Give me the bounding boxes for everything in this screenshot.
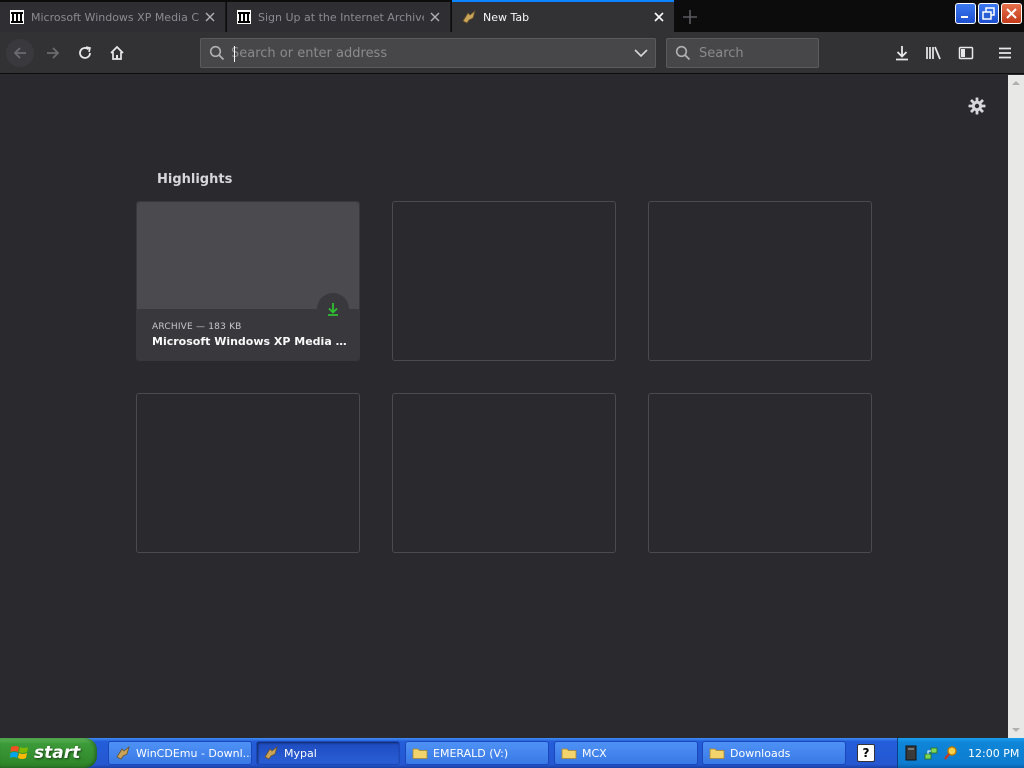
- download-badge: [317, 293, 349, 325]
- empty-highlight-slot: [648, 201, 872, 361]
- arrow-right-icon: [47, 47, 60, 59]
- hamburger-menu-icon: [999, 47, 1011, 59]
- tab-title: Sign Up at the Internet Archive: [258, 10, 424, 24]
- download-icon: [328, 303, 338, 316]
- start-label: start: [34, 743, 81, 763]
- mypal-icon: [462, 9, 476, 24]
- card-title: Microsoft Windows XP Media C...: [152, 335, 352, 348]
- tab-strip: Microsoft Windows XP Media Cent Sign Up …: [0, 0, 1024, 32]
- empty-highlight-slot: [648, 393, 872, 553]
- highlight-card[interactable]: ARCHIVE — 183 KB Microsoft Windows XP Me…: [136, 201, 360, 361]
- search-icon: [675, 45, 691, 61]
- taskbar-button-label: MCX: [582, 746, 607, 760]
- start-button[interactable]: start: [0, 738, 97, 768]
- close-icon[interactable]: [652, 10, 666, 24]
- card-meta: ARCHIVE — 183 KB: [152, 322, 242, 332]
- taskbar-button-downloads[interactable]: Downloads: [702, 741, 846, 765]
- clock: 12:00 PM: [968, 746, 1020, 760]
- nav-bar: [0, 32, 1024, 74]
- text-caret: [234, 46, 235, 62]
- tab-sign-up[interactable]: Sign Up at the Internet Archive: [227, 2, 451, 32]
- taskbar-button-wincdemu[interactable]: WinCDEmu - Downl...: [108, 741, 252, 765]
- archive-icon: [10, 10, 24, 24]
- network-icon[interactable]: [924, 745, 938, 761]
- chevron-down-icon[interactable]: [634, 48, 648, 58]
- help-button[interactable]: ?: [857, 744, 875, 762]
- folder-icon: [412, 748, 428, 759]
- new-tab-plus-icon[interactable]: [680, 8, 700, 26]
- home-icon: [110, 45, 124, 60]
- highlights-heading: Highlights: [157, 172, 233, 187]
- scroll-down-arrow-icon[interactable]: [1008, 722, 1024, 738]
- search-bar[interactable]: [666, 38, 819, 68]
- restore-button[interactable]: [978, 3, 999, 24]
- close-icon: [1006, 8, 1017, 19]
- arrow-left-icon: [13, 47, 26, 59]
- reload-icon: [79, 46, 91, 59]
- close-window-button[interactable]: [1001, 3, 1022, 24]
- scrollbar[interactable]: [1008, 75, 1024, 738]
- mypal-icon: [264, 745, 278, 760]
- close-icon[interactable]: [428, 10, 442, 24]
- card-preview: [137, 202, 359, 309]
- menu-button[interactable]: [991, 39, 1019, 67]
- url-bar[interactable]: [200, 38, 656, 68]
- windows-logo-icon: [10, 746, 28, 759]
- taskbar-button-label: Downloads: [730, 746, 791, 760]
- back-button[interactable]: [6, 39, 34, 67]
- taskbar: start WinCDEmu - Downl... Mypal EMERALD …: [0, 738, 1024, 768]
- device-icon[interactable]: [904, 745, 918, 761]
- tab-title: New Tab: [483, 10, 530, 24]
- home-button[interactable]: [103, 39, 131, 67]
- archive-icon: [237, 10, 251, 24]
- taskbar-button-label: WinCDEmu - Downl...: [136, 746, 252, 760]
- tab-media-center[interactable]: Microsoft Windows XP Media Cent: [0, 2, 226, 32]
- restore-icon: [982, 7, 995, 20]
- taskbar-button-mypal[interactable]: Mypal: [256, 741, 400, 765]
- taskbar-button-label: EMERALD (V:): [433, 746, 509, 760]
- taskbar-button-mcx[interactable]: MCX: [554, 741, 698, 765]
- search-input[interactable]: [697, 44, 818, 62]
- library-icon: [926, 46, 941, 60]
- magnifier-icon[interactable]: [944, 745, 958, 761]
- minimize-icon: [961, 16, 968, 18]
- search-icon: [209, 45, 225, 61]
- tab-title: Microsoft Windows XP Media Cent: [31, 10, 199, 24]
- taskbar-button-label: Mypal: [284, 746, 317, 760]
- sidebar-button[interactable]: [952, 39, 980, 67]
- scroll-up-arrow-icon[interactable]: [1008, 75, 1024, 91]
- folder-icon: [561, 748, 577, 759]
- empty-highlight-slot: [392, 393, 616, 553]
- url-input[interactable]: [231, 45, 634, 61]
- mypal-icon: [116, 745, 130, 760]
- folder-icon: [709, 748, 725, 759]
- empty-highlight-slot: [136, 393, 360, 553]
- library-button[interactable]: [920, 39, 948, 67]
- taskbar-button-emerald[interactable]: EMERALD (V:): [405, 741, 549, 765]
- minimize-button[interactable]: [955, 3, 976, 24]
- gear-icon[interactable]: [966, 95, 988, 117]
- forward-button[interactable]: [39, 39, 67, 67]
- tab-new-tab[interactable]: New Tab: [452, 0, 674, 32]
- close-icon[interactable]: [203, 10, 217, 24]
- empty-highlight-slot: [392, 201, 616, 361]
- reload-button[interactable]: [71, 39, 99, 67]
- new-tab-page: Highlights ARCHIVE — 183 KB Microsoft Wi…: [0, 75, 1008, 738]
- sidebar-icon: [958, 46, 974, 60]
- download-icon: [896, 46, 908, 61]
- downloads-button[interactable]: [888, 39, 916, 67]
- system-tray: 12:00 PM: [897, 738, 1024, 768]
